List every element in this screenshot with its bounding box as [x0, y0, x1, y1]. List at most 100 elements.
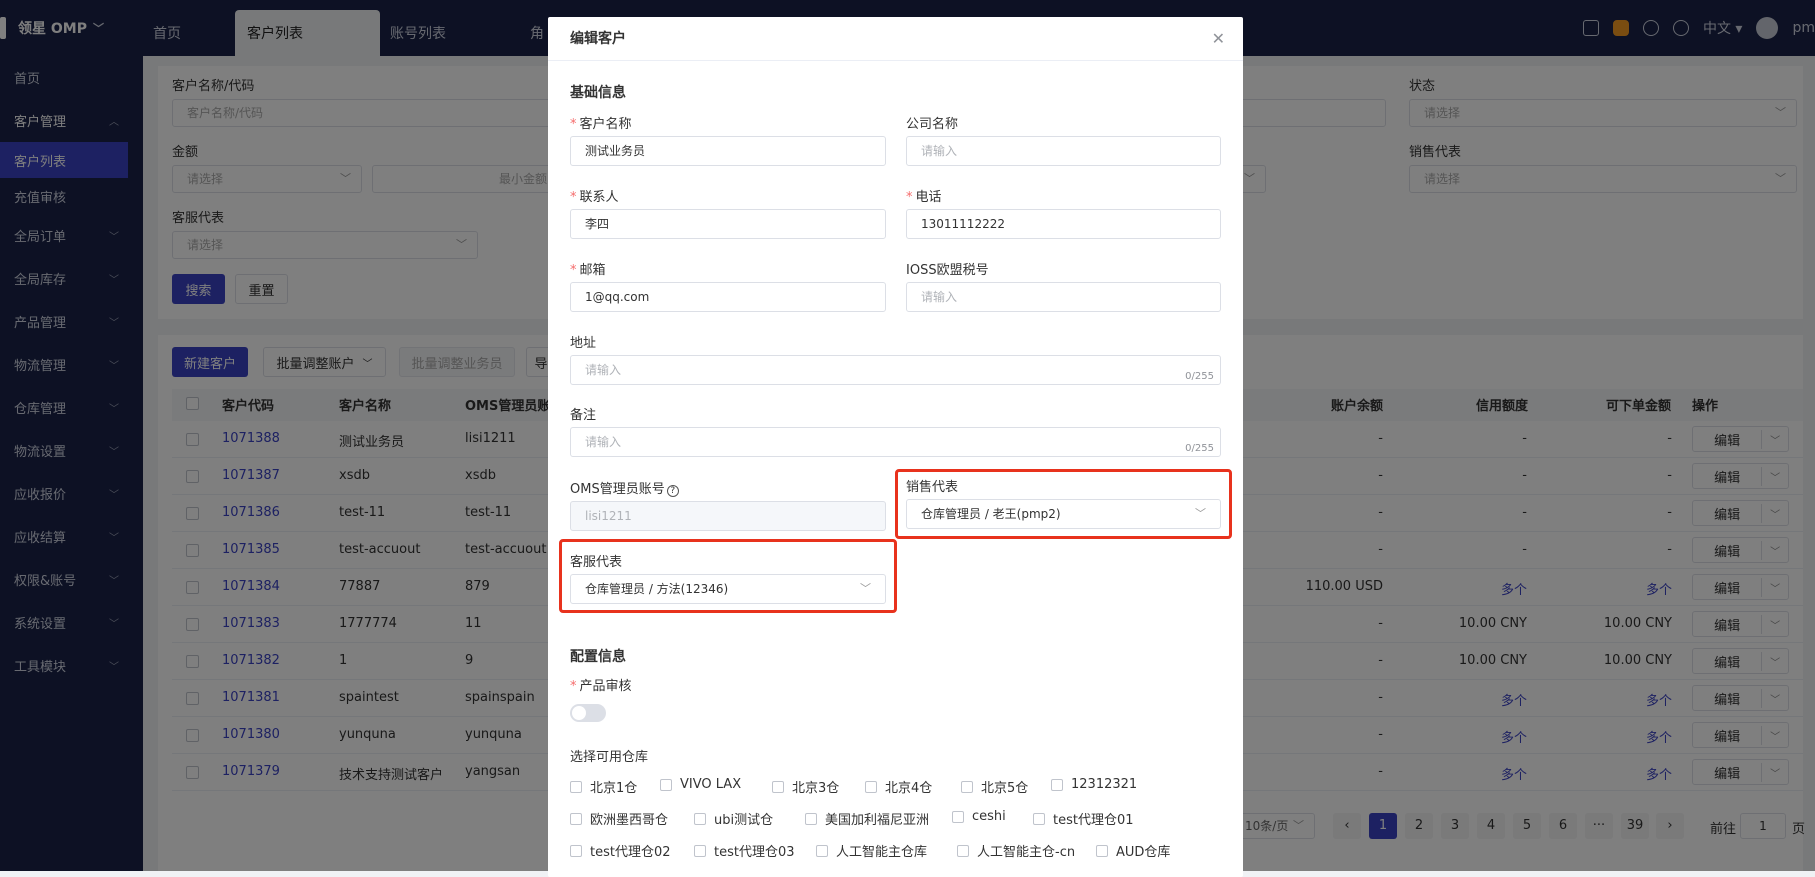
email-label: * 邮箱 — [570, 259, 606, 278]
warehouse-checkbox[interactable] — [961, 780, 973, 793]
ioss-label: IOSS欧盟税号 — [906, 263, 989, 278]
chevron-down-icon: ﹀ — [1195, 507, 1206, 520]
warehouse-option[interactable]: test代理仓03 — [694, 841, 795, 860]
oms-admin-input: lisi1211 — [570, 501, 886, 531]
warehouse-name: test代理仓02 — [590, 845, 671, 860]
contact-label: * 联系人 — [570, 186, 619, 205]
required-mark: * — [570, 679, 577, 694]
warehouse-name: 北京1仓 — [590, 781, 638, 796]
toggle-knob — [572, 706, 586, 720]
sales-rep-select[interactable]: 仓库管理员 / 老王(pmp2) ﹀ — [906, 499, 1221, 529]
sales-rep-label: 销售代表 — [906, 480, 959, 495]
warehouse-name: AUD仓库 — [1116, 845, 1171, 860]
cs-rep-select[interactable]: 仓库管理员 / 方法(12346) ﹀ — [570, 574, 886, 604]
product-review-label: * 产品审核 — [570, 675, 632, 694]
contact-input[interactable]: 李四 — [570, 209, 886, 239]
customer-name-label: * 客户名称 — [570, 113, 632, 132]
cs-rep-label: 客服代表 — [570, 555, 623, 570]
warehouse-option[interactable]: 美国加利福尼亚洲 — [805, 809, 929, 828]
label-text: 电话 — [915, 190, 942, 205]
close-icon[interactable]: ✕ — [1212, 17, 1225, 61]
label-text: OMS管理员账号 — [570, 482, 665, 497]
dialog-header: 编辑客户 ✕ — [548, 17, 1243, 61]
warehouse-option[interactable]: 人工智能主仓-cn — [957, 841, 1075, 860]
warehouse-checkbox[interactable] — [1051, 778, 1063, 791]
phone-label: * 电话 — [906, 186, 942, 205]
warehouse-checkbox[interactable] — [952, 810, 964, 823]
warehouse-checkbox[interactable] — [694, 844, 706, 857]
email-input[interactable]: 1@qq.com — [570, 282, 886, 312]
warehouse-name: 美国加利福尼亚洲 — [825, 813, 930, 828]
warehouse-option[interactable]: 人工智能主仓库 — [816, 841, 927, 860]
warehouse-option[interactable]: 北京4仓 — [865, 777, 932, 796]
warehouse-name: 人工智能主仓库 — [836, 845, 928, 860]
warehouse-name: ubi测试仓 — [714, 813, 774, 828]
warehouse-option[interactable]: 北京5仓 — [961, 777, 1028, 796]
warehouse-option[interactable]: ubi测试仓 — [694, 809, 773, 828]
warehouse-option[interactable]: 北京1仓 — [570, 777, 637, 796]
address-textarea[interactable]: 请输入 0/255 — [570, 355, 1221, 385]
edit-customer-dialog: 编辑客户 ✕ 基础信息 * 客户名称 测试业务员 公司名称 请输入 * 联系人 李四… — [548, 17, 1243, 877]
label-text: 邮箱 — [579, 263, 606, 278]
select-value: 仓库管理员 / 老王(pmp2) — [921, 507, 1061, 521]
warehouse-option[interactable]: AUD仓库 — [1096, 841, 1170, 860]
warehouse-option[interactable]: ceshi — [952, 809, 1006, 824]
warehouse-name: 人工智能主仓-cn — [977, 845, 1076, 860]
company-name-input[interactable]: 请输入 — [906, 136, 1221, 166]
warehouse-option[interactable]: VIVO LAX — [660, 777, 741, 792]
char-count: 0/255 — [1185, 443, 1214, 454]
warehouse-name: ceshi — [972, 809, 1006, 824]
warehouse-checkbox[interactable] — [570, 812, 582, 825]
warehouse-option[interactable]: 欧洲墨西哥仓 — [570, 809, 668, 828]
company-name-label: 公司名称 — [906, 117, 959, 132]
basic-info-section: 基础信息 — [570, 85, 626, 101]
warehouse-name: 北京3仓 — [792, 781, 840, 796]
config-info-section: 配置信息 — [570, 649, 626, 665]
oms-admin-label: OMS管理员账号? — [570, 478, 679, 497]
placeholder-text: 请输入 — [585, 435, 622, 449]
warehouse-checkbox[interactable] — [957, 844, 969, 857]
warehouse-option[interactable]: 北京3仓 — [772, 777, 839, 796]
help-icon[interactable]: ? — [666, 485, 679, 497]
warehouse-checkbox[interactable] — [570, 780, 582, 793]
required-mark: * — [570, 263, 577, 278]
label-text: 产品审核 — [579, 679, 632, 694]
product-review-toggle[interactable] — [570, 704, 606, 722]
customer-name-input[interactable]: 测试业务员 — [570, 136, 886, 166]
warehouse-label: 选择可用仓库 — [570, 750, 649, 765]
warehouse-name: 北京4仓 — [885, 781, 933, 796]
warehouse-name: test代理仓01 — [1053, 813, 1134, 828]
warehouse-checkbox[interactable] — [570, 844, 582, 857]
warehouse-name: 12312321 — [1071, 777, 1138, 792]
label-text: 客户名称 — [579, 117, 632, 132]
required-mark: * — [906, 190, 913, 205]
dialog-title: 编辑客户 — [570, 31, 626, 47]
warehouse-checkbox[interactable] — [772, 780, 784, 793]
warehouse-checkbox[interactable] — [816, 844, 828, 857]
remark-textarea[interactable]: 请输入 0/255 — [570, 427, 1221, 457]
required-mark: * — [570, 190, 577, 205]
warehouse-checkbox[interactable] — [694, 812, 706, 825]
char-count: 0/255 — [1185, 371, 1214, 382]
warehouse-name: 北京5仓 — [981, 781, 1029, 796]
address-label: 地址 — [570, 336, 597, 351]
warehouse-option[interactable]: test代理仓02 — [570, 841, 671, 860]
select-value: 仓库管理员 / 方法(12346) — [585, 582, 729, 596]
warehouse-checkbox[interactable] — [805, 812, 817, 825]
warehouse-checkbox[interactable] — [865, 780, 877, 793]
remark-label: 备注 — [570, 408, 597, 423]
warehouse-checkbox[interactable] — [1096, 844, 1108, 857]
placeholder-text: 请输入 — [585, 363, 622, 377]
chevron-down-icon: ﹀ — [860, 582, 871, 595]
warehouse-checkbox[interactable] — [1033, 812, 1045, 825]
warehouse-option[interactable]: 12312321 — [1051, 777, 1137, 792]
phone-input[interactable]: 13011112222 — [906, 209, 1221, 239]
ioss-input[interactable]: 请输入 — [906, 282, 1221, 312]
label-text: 联系人 — [579, 190, 619, 205]
warehouse-option[interactable]: test代理仓01 — [1033, 809, 1134, 828]
warehouse-name: VIVO LAX — [680, 777, 742, 792]
required-mark: * — [570, 117, 577, 132]
warehouse-name: test代理仓03 — [714, 845, 795, 860]
warehouse-checkbox[interactable] — [660, 778, 672, 791]
warehouse-name: 欧洲墨西哥仓 — [590, 813, 669, 828]
